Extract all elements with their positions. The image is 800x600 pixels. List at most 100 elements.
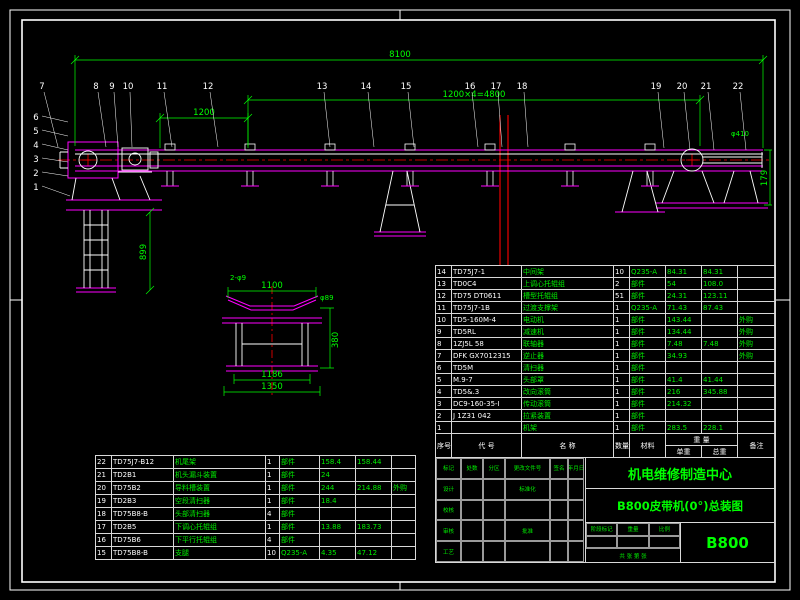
- balloon: 2: [33, 169, 38, 179]
- bom-cell: 84.31: [665, 265, 702, 278]
- titleblock-cell: [550, 478, 568, 500]
- stage-mark-grid: 阶段标记 重量 比例 共 张 第 张: [586, 523, 681, 562]
- bom-cell: 部件: [629, 349, 666, 362]
- titleblock-cell: [568, 520, 584, 542]
- titleblock-cell: 年月日: [568, 458, 584, 479]
- bom-cell: [737, 361, 776, 374]
- weight-label: 重量: [617, 523, 649, 536]
- bom-cell: 1: [613, 313, 630, 326]
- bom-cell: TD75B8-B: [111, 546, 174, 560]
- bom-cell: 345.88: [701, 385, 738, 398]
- titleblock-cell: 标记: [436, 458, 461, 479]
- bom-cell: TD5-160M-4: [451, 313, 522, 326]
- bom-cell: [355, 533, 392, 547]
- balloon: 8: [93, 82, 98, 92]
- bom-cell: 6: [435, 361, 452, 374]
- titleblock-cell: 审核: [436, 520, 461, 542]
- table-row: 9 TD5RL 减速机 1 部件 134.44 外购: [435, 325, 776, 338]
- titleblock-bottom: 阶段标记 重量 比例 共 张 第 张 B800: [586, 523, 774, 562]
- bom-cell: 部件: [279, 507, 320, 521]
- bom-cell: 1: [265, 481, 280, 495]
- titleblock-right: 机电维修制造中心 B800皮带机(0°)总装图 阶段标记 重量 比例 共 张 第…: [586, 458, 774, 562]
- bom-cell: 21: [95, 468, 112, 482]
- titleblock-cell: 工艺: [436, 541, 461, 562]
- bom-cell: 1: [613, 421, 630, 434]
- bom-cell: [391, 455, 416, 469]
- titleblock-cell: 标准化: [505, 478, 550, 500]
- bom-cell: 24: [319, 468, 356, 482]
- bom-cell: 12: [435, 289, 452, 302]
- bom-cell: 143.44: [665, 313, 702, 326]
- table-row: 11 TD75J7-1B 过渡支撑架 1 Q235-A 71.43 87.43: [435, 301, 776, 314]
- bom-cell: 部件: [629, 289, 666, 302]
- cad-canvas: { "colors":{"background":"#000000","line…: [0, 0, 800, 600]
- bom-cell: [665, 361, 702, 374]
- titleblock-cell: 处数: [461, 458, 483, 479]
- bom-cell: 158.4: [319, 455, 356, 469]
- stage-labels-row: 阶段标记 重量 比例: [586, 523, 680, 536]
- bom-cell: 10: [265, 546, 280, 560]
- balloon: 21: [701, 82, 712, 92]
- bom-cell: 部件: [629, 373, 666, 386]
- bom-cell: [737, 421, 776, 434]
- bom-cell: TD75 DT0611: [451, 289, 522, 302]
- bom-cell: 51: [613, 289, 630, 302]
- bom-cell: 13.88: [319, 520, 356, 534]
- balloon: 6: [33, 113, 38, 123]
- bom-cell: 22: [95, 455, 112, 469]
- bom-cell: 1: [613, 349, 630, 362]
- bom-cell: [737, 265, 776, 278]
- bom-cell: DFK GX7012315: [451, 349, 522, 362]
- bom-cell: 传动滚筒: [521, 397, 614, 410]
- table-row: 3 DC9-160-35-I 传动滚筒 1 部件 214.32: [435, 397, 776, 410]
- bom-cell: TD2B3: [111, 494, 174, 508]
- bom-cell: 158.44: [355, 455, 392, 469]
- bom-cell: 部件: [279, 494, 320, 508]
- bom-cell: 18.4: [319, 494, 356, 508]
- titleblock-cell: 校核: [436, 499, 461, 521]
- bom-cell: 部件: [629, 361, 666, 374]
- bom-cell: 头部清扫器: [173, 507, 266, 521]
- titleblock-cell: 更改文件号: [505, 458, 550, 479]
- bom-cell: [701, 325, 738, 338]
- bom-cell: 7.48: [701, 337, 738, 350]
- bom-table-left: 22 TD75J7-B12 机尾架 1 部件 158.4 158.44 21 TD2B1 机头漏斗…: [95, 455, 416, 560]
- bom-cell: TD5M: [451, 361, 522, 374]
- cross-dim-height: 380: [331, 332, 341, 348]
- balloon: 3: [33, 155, 38, 165]
- scale-value: [648, 535, 680, 549]
- balloon: 15: [401, 82, 412, 92]
- bom-cell: 改向滚筒: [521, 385, 614, 398]
- bom-cell: [319, 533, 356, 547]
- table-row: 21 TD2B1 机头漏斗装置 1 部件 24: [95, 468, 416, 482]
- titleblock-cell: [461, 541, 483, 562]
- bom-cell: 228.1: [701, 421, 738, 434]
- bom-cell: 1: [265, 455, 280, 469]
- bom-cell: 1ZJ5L 58: [451, 337, 522, 350]
- titleblock-cell: [461, 520, 483, 542]
- stage-mark-label: 阶段标记: [586, 523, 618, 536]
- balloon: 20: [677, 82, 688, 92]
- bom-cell: 7: [435, 349, 452, 362]
- company-name: 机电维修制造中心: [586, 458, 774, 489]
- titleblock-cell: [483, 499, 505, 521]
- bom-cell: 外购: [391, 481, 416, 495]
- balloon: 16: [465, 82, 476, 92]
- bom-cell: 17: [95, 520, 112, 534]
- sheet-count: 共 张 第 张: [586, 548, 680, 562]
- bom-cell: 2: [435, 409, 452, 422]
- bom-cell: 减速机: [521, 325, 614, 338]
- bom-cell: J 1Z31 042: [451, 409, 522, 422]
- bom-cell: 下平行托辊组: [173, 533, 266, 547]
- bom-cell: 槽型托辊组: [521, 289, 614, 302]
- bom-cell: 外购: [737, 337, 776, 350]
- bom-cell: [391, 533, 416, 547]
- bom-cell: DC9-160-35-I: [451, 397, 522, 410]
- bom-cell: M.9-7: [451, 373, 522, 386]
- table-row: 18 TD75B8-B 头部清扫器 4 部件: [95, 507, 416, 521]
- balloon: 4: [33, 141, 38, 151]
- bom-cell: [737, 397, 776, 410]
- bom-cell: 14: [435, 265, 452, 278]
- bom-cell: 头部罩: [521, 373, 614, 386]
- drawing-title: B800皮带机(0°)总装图: [586, 489, 774, 523]
